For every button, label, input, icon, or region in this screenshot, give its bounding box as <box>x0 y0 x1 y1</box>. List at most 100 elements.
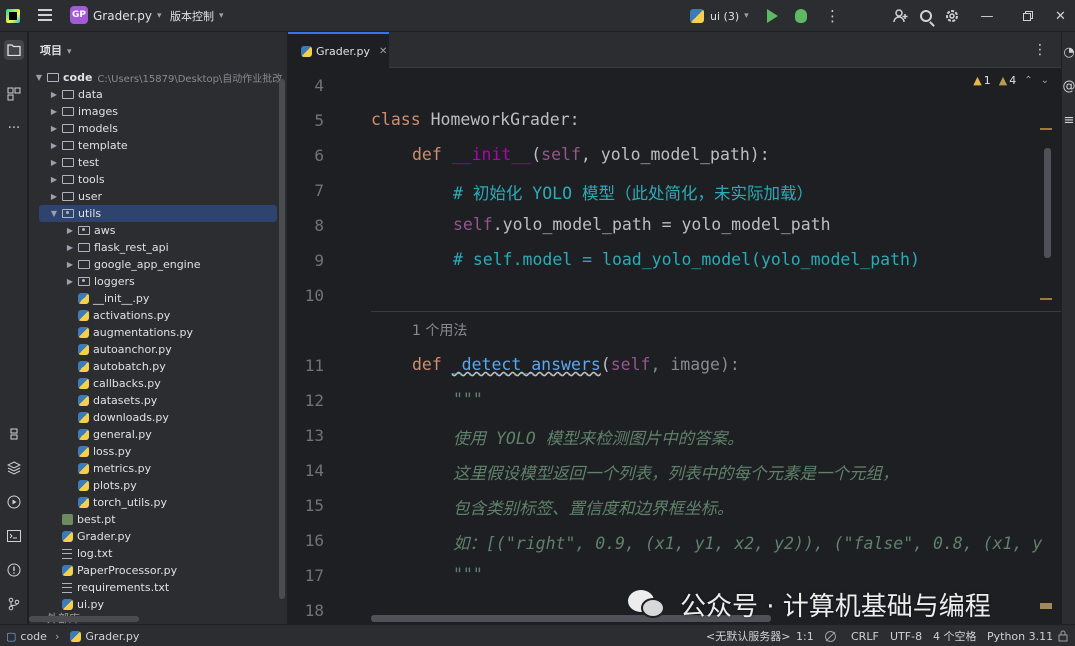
terminal-icon[interactable] <box>4 526 24 546</box>
chevron-right-icon[interactable]: ▶ <box>49 175 59 184</box>
tree-item[interactable]: general.py <box>29 426 287 443</box>
horizontal-scrollbar[interactable] <box>29 616 139 622</box>
run-icon[interactable] <box>767 9 778 23</box>
tree-item-label: template <box>78 139 128 152</box>
tree-item[interactable]: ▶ tools <box>29 171 287 188</box>
code-area[interactable]: 4 5 6 7 8 9 10 11 12 13 14 15 16 17 18 class HomeworkG… <box>288 68 1061 624</box>
more-actions-icon[interactable]: ⋮ <box>825 0 840 32</box>
tab-grader-py[interactable]: Grader.py ✕ <box>288 32 389 68</box>
tree-item[interactable]: metrics.py <box>29 460 287 477</box>
line-separator[interactable]: CRLF <box>851 625 879 646</box>
tree-item[interactable]: callbacks.py <box>29 375 287 392</box>
tree-item[interactable]: torch_utils.py <box>29 494 287 511</box>
tree-item[interactable]: ▶ models <box>29 120 287 137</box>
project-badge[interactable]: GP <box>70 6 88 24</box>
database-icon[interactable]: ≡ <box>1062 110 1075 130</box>
search-icon[interactable] <box>920 0 932 32</box>
python-file-icon <box>78 395 89 406</box>
tree-root[interactable]: ▼ code C:\Users\15879\Desktop\自动作业批改 <box>29 69 287 86</box>
python-packages-icon[interactable] <box>4 424 24 444</box>
tree-item[interactable]: Grader.py <box>29 528 287 545</box>
chevron-right-icon[interactable]: ▶ <box>49 141 59 150</box>
warning-marker[interactable] <box>1040 298 1052 300</box>
tab-options-icon[interactable]: ⋮ <box>1033 42 1047 58</box>
tree-item[interactable]: autoanchor.py <box>29 341 287 358</box>
tree-item[interactable]: ▼ utils <box>39 205 277 222</box>
debug-icon[interactable] <box>795 9 807 23</box>
tree-item[interactable]: loss.py <box>29 443 287 460</box>
ai-assistant-icon[interactable]: @ <box>1062 76 1075 96</box>
tree-item[interactable]: downloads.py <box>29 409 287 426</box>
keyword: def <box>412 145 442 164</box>
tree-item[interactable]: datasets.py <box>29 392 287 409</box>
chevron-right-icon[interactable]: ▶ <box>65 260 75 269</box>
tree-item[interactable]: activations.py <box>29 307 287 324</box>
chevron-right-icon[interactable]: ▶ <box>49 90 59 99</box>
tree-item[interactable]: ▶ data <box>29 86 287 103</box>
tree-item[interactable]: plots.py <box>29 477 287 494</box>
main-menu-icon[interactable] <box>38 9 52 21</box>
chevron-right-icon[interactable]: ▶ <box>49 192 59 201</box>
chevron-right-icon[interactable]: ▶ <box>65 243 75 252</box>
problems-icon[interactable] <box>4 560 24 580</box>
python-interpreter[interactable]: Python 3.11 <box>987 625 1053 646</box>
layers-icon[interactable] <box>4 458 24 478</box>
project-selector[interactable]: Grader.py ▾ <box>93 0 161 32</box>
tree-item[interactable]: ▶ loggers <box>29 273 287 290</box>
breadcrumb-root[interactable]: code <box>20 630 47 643</box>
tree-item[interactable]: PaperProcessor.py <box>29 562 287 579</box>
tree-item[interactable]: log.txt <box>29 545 287 562</box>
chevron-down-icon[interactable]: ▼ <box>49 209 59 218</box>
editor-tab-bar: Grader.py ✕ ⋮ <box>288 32 1061 68</box>
breadcrumb-file[interactable]: Grader.py <box>85 630 139 643</box>
chevron-right-icon[interactable]: ▶ <box>49 107 59 116</box>
tree-item[interactable]: __init__.py <box>29 290 287 307</box>
gear-icon[interactable] <box>944 0 960 32</box>
run-config-selector[interactable]: ui (3) ▾ <box>690 0 749 32</box>
deployment-server[interactable]: <无默认服务器> <box>706 625 790 646</box>
structure-tool-icon[interactable] <box>4 84 24 104</box>
lock-icon[interactable] <box>1058 625 1068 646</box>
indent-setting[interactable]: 4 个空格 <box>933 625 977 646</box>
run-tool-icon[interactable] <box>4 492 24 512</box>
warning-marker[interactable] <box>1040 603 1052 609</box>
chevron-right-icon[interactable]: ▶ <box>65 277 75 286</box>
tree-item[interactable]: ▶ test <box>29 154 287 171</box>
tree-item[interactable]: augmentations.py <box>29 324 287 341</box>
add-user-icon[interactable] <box>893 0 909 32</box>
python-file-icon <box>62 599 73 610</box>
project-panel-header[interactable]: 项目 ▾ <box>40 42 72 58</box>
chevron-right-icon[interactable]: ▶ <box>49 158 59 167</box>
read-only-toggle-icon[interactable] <box>824 625 837 646</box>
project-tool-icon[interactable] <box>4 40 24 60</box>
usage-hint[interactable]: 1 个用法 <box>412 320 467 340</box>
notifications-icon[interactable]: ◔ <box>1062 42 1075 62</box>
vertical-scrollbar[interactable] <box>279 79 285 599</box>
caret-position[interactable]: 1:1 <box>796 625 814 646</box>
chevron-right-icon[interactable]: ▶ <box>49 124 59 133</box>
wechat-watermark: 公众号 · 计算机基础与编程 <box>628 584 991 624</box>
tree-item[interactable]: ▶ images <box>29 103 287 120</box>
line-number: 10 <box>304 286 324 305</box>
close-icon[interactable]: ✕ <box>1046 0 1075 32</box>
more-tools-icon[interactable]: ··· <box>4 118 24 138</box>
git-icon[interactable] <box>4 594 24 614</box>
restore-icon[interactable] <box>1008 0 1048 32</box>
file-encoding[interactable]: UTF-8 <box>890 625 922 646</box>
minimize-icon[interactable]: — <box>967 0 1007 32</box>
chevron-right-icon[interactable]: ▶ <box>65 226 75 235</box>
tree-item[interactable]: ▶ aws <box>29 222 287 239</box>
tree-item[interactable]: ui.py <box>29 596 287 613</box>
tree-item[interactable]: best.pt <box>29 511 287 528</box>
tree-item[interactable]: ▶ template <box>29 137 287 154</box>
editor-vertical-scrollbar[interactable] <box>1044 148 1051 258</box>
tree-item[interactable]: ▶ flask_rest_api <box>29 239 287 256</box>
tree-item[interactable]: ▶ google_app_engine <box>29 256 287 273</box>
tree-item[interactable]: requirements.txt <box>29 579 287 596</box>
tree-item[interactable]: autobatch.py <box>29 358 287 375</box>
close-tab-icon[interactable]: ✕ <box>379 46 387 57</box>
folder-icon <box>47 73 59 82</box>
vcs-menu[interactable]: 版本控制 ▾ <box>170 0 224 32</box>
tree-item[interactable]: ▶ user <box>29 188 287 205</box>
warning-marker[interactable] <box>1040 128 1052 130</box>
